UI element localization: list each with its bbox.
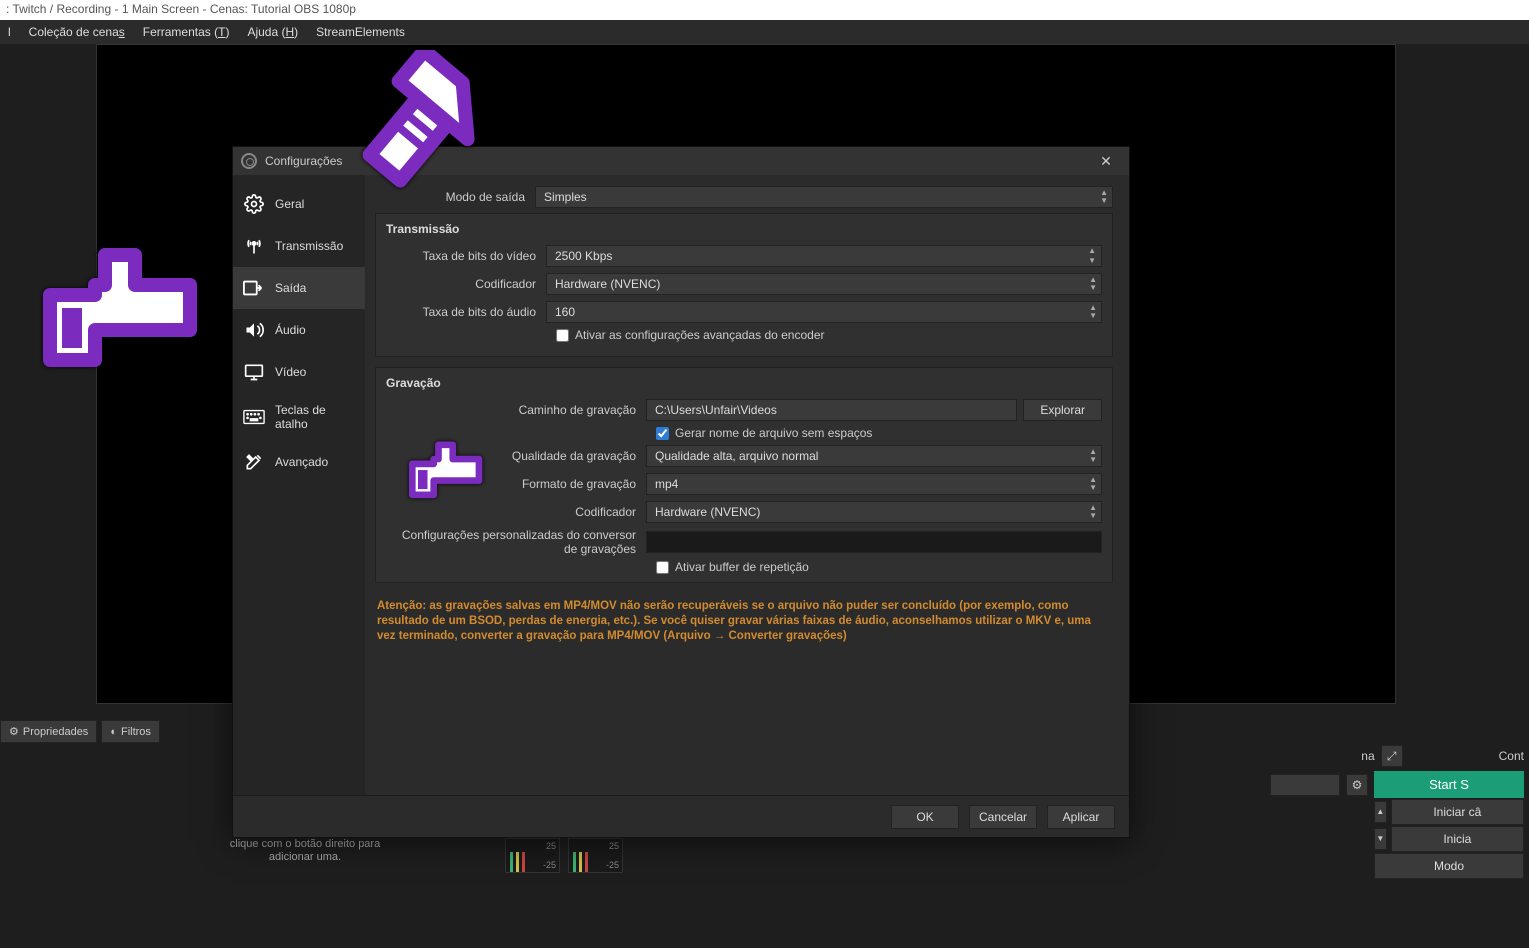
gear-icon[interactable]: ⚙: [1346, 774, 1368, 796]
sidebar-label-stream: Transmissão: [275, 239, 343, 253]
streaming-section: Transmissão Taxa de bits do vídeo 2500 K…: [375, 213, 1113, 357]
select-arrows-icon: ▲▼: [1100, 189, 1108, 205]
rec-encoder-label: Codificador: [386, 505, 646, 519]
window-titlebar: : Twitch / Recording - 1 Main Screen - C…: [0, 0, 1529, 20]
start-stream-button[interactable]: Start S: [1374, 771, 1524, 798]
settings-content: Modo de saída Simples ▲▼ Transmissão Tax…: [365, 175, 1129, 795]
sidebar-item-hotkeys[interactable]: Teclas de atalho: [233, 393, 365, 441]
audio-meter-2: 25 -25: [568, 838, 623, 873]
menu-item-streamelements[interactable]: StreamElements: [316, 25, 405, 39]
close-button[interactable]: ✕: [1091, 153, 1121, 170]
dialog-title: Configurações: [265, 154, 342, 168]
streaming-section-title: Transmissão: [386, 222, 1102, 236]
ok-button[interactable]: OK: [891, 805, 959, 829]
keyboard-icon: [243, 406, 265, 428]
rec-format-label: Formato de gravação: [386, 477, 646, 491]
select-arrows-icon: ▲▼: [1089, 304, 1097, 320]
video-bitrate-label: Taxa de bits do vídeo: [386, 249, 546, 263]
filters-button[interactable]: ◐ Filtros: [101, 720, 160, 743]
sidebar-item-output[interactable]: Saída: [233, 267, 365, 309]
rec-path-input[interactable]: [646, 399, 1017, 421]
filters-icon: ◐: [110, 726, 117, 738]
speaker-icon: [243, 319, 265, 341]
select-arrows-icon: ▲▼: [1089, 504, 1097, 520]
output-mode-label: Modo de saída: [375, 190, 535, 204]
sidebar-label-output: Saída: [275, 281, 306, 295]
menu-item-tools[interactable]: Ferramentas (T): [143, 25, 230, 39]
menu-item-scene-collection[interactable]: Coleção de cenas: [29, 25, 125, 39]
rec-format-select[interactable]: mp4 ▲▼: [646, 473, 1102, 495]
replay-buffer-label: Ativar buffer de repetição: [675, 560, 809, 574]
dialog-footer: OK Cancelar Aplicar: [233, 795, 1129, 837]
sidebar-item-audio[interactable]: Áudio: [233, 309, 365, 351]
select-arrows-icon: ▲▼: [1089, 476, 1097, 492]
audio-bitrate-label: Taxa de bits do áudio: [386, 305, 546, 319]
monitor-icon: [243, 361, 265, 383]
sidebar-label-hotkeys: Teclas de atalho: [275, 403, 355, 431]
muxer-label: Configurações personalizadas do converso…: [386, 528, 646, 556]
partial-label-na: na: [1361, 749, 1374, 763]
replay-buffer-checkbox[interactable]: [656, 561, 669, 574]
select-arrows-icon: ▲▼: [1089, 276, 1097, 292]
menu-item-truncated[interactable]: l: [8, 25, 11, 39]
window-title: : Twitch / Recording - 1 Main Screen - C…: [6, 2, 356, 16]
iniciar-ca-button[interactable]: Iniciar câ: [1391, 799, 1524, 825]
settings-dialog: Configurações ✕ Geral Transmissão Saída …: [232, 146, 1130, 838]
apply-button[interactable]: Aplicar: [1047, 805, 1115, 829]
muxer-input[interactable]: [646, 531, 1102, 553]
rec-quality-select[interactable]: Qualidade alta, arquivo normal ▲▼: [646, 445, 1102, 467]
select-arrows-icon: ▲▼: [1089, 448, 1097, 464]
encoder-select[interactable]: Hardware (NVENC) ▲▼: [546, 273, 1102, 295]
sidebar-label-advanced: Avançado: [275, 455, 328, 469]
video-bitrate-input[interactable]: 2500 Kbps ▲▼: [546, 245, 1102, 267]
output-mode-select[interactable]: Simples ▲▼: [535, 186, 1113, 208]
audio-bitrate-select[interactable]: 160 ▲▼: [546, 301, 1102, 323]
properties-label: Propriedades: [23, 726, 88, 738]
sources-hint: clique com o botão direito para adiciona…: [225, 838, 385, 864]
menu-item-help[interactable]: Ajuda (H): [247, 25, 298, 39]
chevron-down-icon[interactable]: ▼: [1374, 828, 1387, 850]
transition-select[interactable]: [1270, 774, 1340, 796]
recording-section-title: Gravação: [386, 376, 1102, 390]
properties-button[interactable]: ⚙ Propriedades: [0, 720, 97, 743]
rec-encoder-select[interactable]: Hardware (NVENC) ▲▼: [646, 501, 1102, 523]
cancel-button[interactable]: Cancelar: [969, 805, 1037, 829]
no-spaces-label: Gerar nome de arquivo sem espaços: [675, 426, 872, 440]
obs-logo-icon: [241, 153, 257, 169]
spinner-arrows-icon[interactable]: ▲▼: [1085, 246, 1099, 266]
gear-icon: ⚙: [9, 725, 19, 738]
output-icon: [243, 277, 265, 299]
modo-button[interactable]: Modo: [1374, 853, 1524, 879]
chevron-up-icon[interactable]: ▲: [1374, 801, 1387, 823]
rec-path-label: Caminho de gravação: [386, 403, 646, 417]
partial-label-cont: Cont: [1499, 749, 1524, 763]
filters-label: Filtros: [121, 726, 151, 738]
inicia-button[interactable]: Inicia: [1391, 826, 1524, 852]
advanced-encoder-checkbox[interactable]: [556, 329, 569, 342]
popout-icon[interactable]: ⤢: [1381, 745, 1403, 767]
audio-meters: 25 -25 25 -25: [505, 838, 705, 878]
audio-meter-1: 25 -25: [505, 838, 560, 873]
advanced-encoder-label: Ativar as configurações avançadas do enc…: [575, 328, 825, 342]
antenna-icon: [243, 235, 265, 257]
tools-icon: [243, 451, 265, 473]
settings-sidebar: Geral Transmissão Saída Áudio Vídeo Tecl…: [233, 175, 365, 795]
sidebar-label-video: Vídeo: [275, 365, 306, 379]
sidebar-item-general[interactable]: Geral: [233, 183, 365, 225]
dialog-titlebar[interactable]: Configurações ✕: [233, 147, 1129, 175]
sidebar-item-stream[interactable]: Transmissão: [233, 225, 365, 267]
rec-quality-label: Qualidade da gravação: [386, 449, 646, 463]
recording-section: Gravação Caminho de gravação Explorar Ge…: [375, 367, 1113, 583]
no-spaces-checkbox[interactable]: [656, 427, 669, 440]
sidebar-item-video[interactable]: Vídeo: [233, 351, 365, 393]
encoder-label: Codificador: [386, 277, 546, 291]
sidebar-label-audio: Áudio: [275, 323, 306, 337]
mp4-warning-text: Atenção: as gravações salvas em MP4/MOV …: [375, 593, 1113, 650]
browse-button[interactable]: Explorar: [1023, 399, 1102, 421]
menubar: l Coleção de cenas Ferramentas (T) Ajuda…: [0, 20, 1529, 44]
sidebar-label-general: Geral: [275, 197, 304, 211]
sidebar-item-advanced[interactable]: Avançado: [233, 441, 365, 483]
gear-icon: [243, 193, 265, 215]
